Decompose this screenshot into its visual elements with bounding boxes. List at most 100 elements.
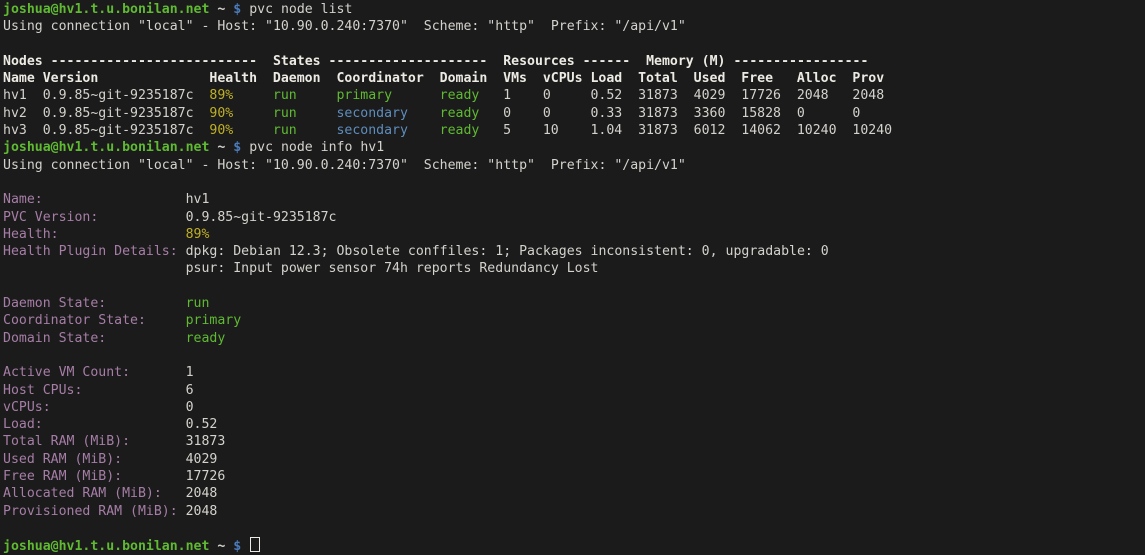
cell-name: hv1 <box>3 87 43 104</box>
info-row-pvc-version: PVC Version:0.9.85~git-9235187c <box>3 209 1145 226</box>
cell-load: 0.52 <box>590 87 638 104</box>
cell-mem-total: 31873 <box>638 122 694 139</box>
info-value: 17726 <box>186 469 226 484</box>
cell-health: 89% <box>209 87 273 104</box>
col-domain: Domain <box>440 70 504 87</box>
cell-vcpus: 0 <box>543 87 591 104</box>
info-label: Used RAM (MiB): <box>3 451 186 468</box>
table-group-header: Nodes -------------------------- States … <box>3 53 1145 70</box>
cell-mem-alloc: 2048 <box>797 87 853 104</box>
cell-load: 0.33 <box>590 105 638 122</box>
cell-mem-prov: 10240 <box>852 122 892 139</box>
info-row-used-ram: Used RAM (MiB):4029 <box>3 451 1145 468</box>
info-row-daemon-state: Daemon State:run <box>3 295 1145 312</box>
prompt-user-host: joshua@hv1.t.u.bonilan.net <box>3 2 209 17</box>
info-row-provisioned-ram: Provisioned RAM (MiB):2048 <box>3 503 1145 520</box>
info-row-name: Name:hv1 <box>3 191 1145 208</box>
info-value: run <box>186 296 210 311</box>
info-label: Host CPUs: <box>3 382 186 399</box>
cell-daemon-state: run <box>273 105 337 122</box>
cell-vcpus: 10 <box>543 122 591 139</box>
cell-domain-state: ready <box>440 122 504 139</box>
info-row-health-details-2: psur: Input power sensor 74h reports Red… <box>3 260 1145 277</box>
col-load: Load <box>590 70 638 87</box>
col-free: Free <box>741 70 797 87</box>
info-value: ready <box>186 331 226 346</box>
info-label: Total RAM (MiB): <box>3 433 186 450</box>
cell-mem-used: 3360 <box>694 105 742 122</box>
info-row-allocated-ram: Allocated RAM (MiB):2048 <box>3 485 1145 502</box>
col-alloc: Alloc <box>797 70 853 87</box>
prompt-line-1: joshua@hv1.t.u.bonilan.net ~ $ pvc node … <box>3 1 1145 18</box>
cell-mem-alloc: 0 <box>797 105 853 122</box>
info-label: Allocated RAM (MiB): <box>3 485 186 502</box>
cell-mem-total: 31873 <box>638 87 694 104</box>
cell-vcpus: 0 <box>543 105 591 122</box>
info-label: Domain State: <box>3 330 186 347</box>
prompt-line-2: joshua@hv1.t.u.bonilan.net ~ $ pvc node … <box>3 139 1145 156</box>
blank-line <box>3 174 1145 191</box>
node-row-hv1: hv10.9.85~git-9235187c89%runprimaryready… <box>3 87 1145 104</box>
info-label: Provisioned RAM (MiB): <box>3 503 186 520</box>
cell-mem-free: 17726 <box>741 87 797 104</box>
info-value: 4029 <box>186 452 218 467</box>
cell-version: 0.9.85~git-9235187c <box>43 87 210 104</box>
info-row-health-details: Health Plugin Details:dpkg: Debian 12.3;… <box>3 243 1145 260</box>
info-row-total-ram: Total RAM (MiB):31873 <box>3 433 1145 450</box>
info-label: PVC Version: <box>3 209 186 226</box>
cell-mem-free: 15828 <box>741 105 797 122</box>
cell-mem-prov: 2048 <box>852 87 892 104</box>
cell-vms: 0 <box>503 105 543 122</box>
info-label: Load: <box>3 416 186 433</box>
info-row-coordinator-state: Coordinator State:primary <box>3 312 1145 329</box>
info-value: dpkg: Debian 12.3; Obsolete conffiles: 1… <box>186 244 829 259</box>
col-total: Total <box>638 70 694 87</box>
col-version: Version <box>43 70 210 87</box>
blank-line <box>3 278 1145 295</box>
info-value: 1 <box>186 365 194 380</box>
info-label: Name: <box>3 191 186 208</box>
cell-mem-free: 14062 <box>741 122 797 139</box>
info-value: 0.9.85~git-9235187c <box>186 210 337 225</box>
blank-line <box>3 36 1145 53</box>
cell-name: hv2 <box>3 105 43 122</box>
col-used: Used <box>694 70 742 87</box>
cell-domain-state: ready <box>440 87 504 104</box>
info-label: Coordinator State: <box>3 312 186 329</box>
col-coordinator: Coordinator <box>336 70 439 87</box>
col-vms: VMs <box>503 70 543 87</box>
cell-mem-alloc: 10240 <box>797 122 853 139</box>
info-value: 89% <box>186 227 210 242</box>
info-value: 0 <box>186 400 194 415</box>
cell-vms: 1 <box>503 87 543 104</box>
info-row-vcpus: vCPUs:0 <box>3 399 1145 416</box>
cell-daemon-state: run <box>273 87 337 104</box>
node-row-hv3: hv30.9.85~git-9235187c90%runsecondaryrea… <box>3 122 1145 139</box>
cell-coordinator-state: primary <box>336 87 439 104</box>
cell-name: hv3 <box>3 122 43 139</box>
node-row-hv2: hv20.9.85~git-9235187c90%runsecondaryrea… <box>3 105 1145 122</box>
cell-mem-prov: 0 <box>852 105 892 122</box>
info-value: 0.52 <box>186 417 218 432</box>
col-vcpus: vCPUs <box>543 70 591 87</box>
prompt-user-host: joshua@hv1.t.u.bonilan.net <box>3 140 209 155</box>
info-label: vCPUs: <box>3 399 186 416</box>
cell-version: 0.9.85~git-9235187c <box>43 105 210 122</box>
info-label: Active VM Count: <box>3 364 186 381</box>
terminal-screen[interactable]: joshua@hv1.t.u.bonilan.net ~ $ pvc node … <box>0 0 1145 555</box>
info-row-free-ram: Free RAM (MiB):17726 <box>3 468 1145 485</box>
col-daemon: Daemon <box>273 70 337 87</box>
info-row-domain-state: Domain State:ready <box>3 330 1145 347</box>
info-label: Health: <box>3 226 186 243</box>
command-node-list: pvc node list <box>249 2 352 17</box>
cell-domain-state: ready <box>440 105 504 122</box>
cell-mem-used: 4029 <box>694 87 742 104</box>
table-column-header-row: NameVersionHealthDaemonCoordinatorDomain… <box>3 70 1145 87</box>
cell-coordinator-state: secondary <box>336 122 439 139</box>
info-label: Free RAM (MiB): <box>3 468 186 485</box>
cell-health: 90% <box>209 105 273 122</box>
cell-mem-total: 31873 <box>638 105 694 122</box>
info-value: 6 <box>186 383 194 398</box>
command-node-info: pvc node info hv1 <box>249 140 384 155</box>
info-value: primary <box>186 313 242 328</box>
